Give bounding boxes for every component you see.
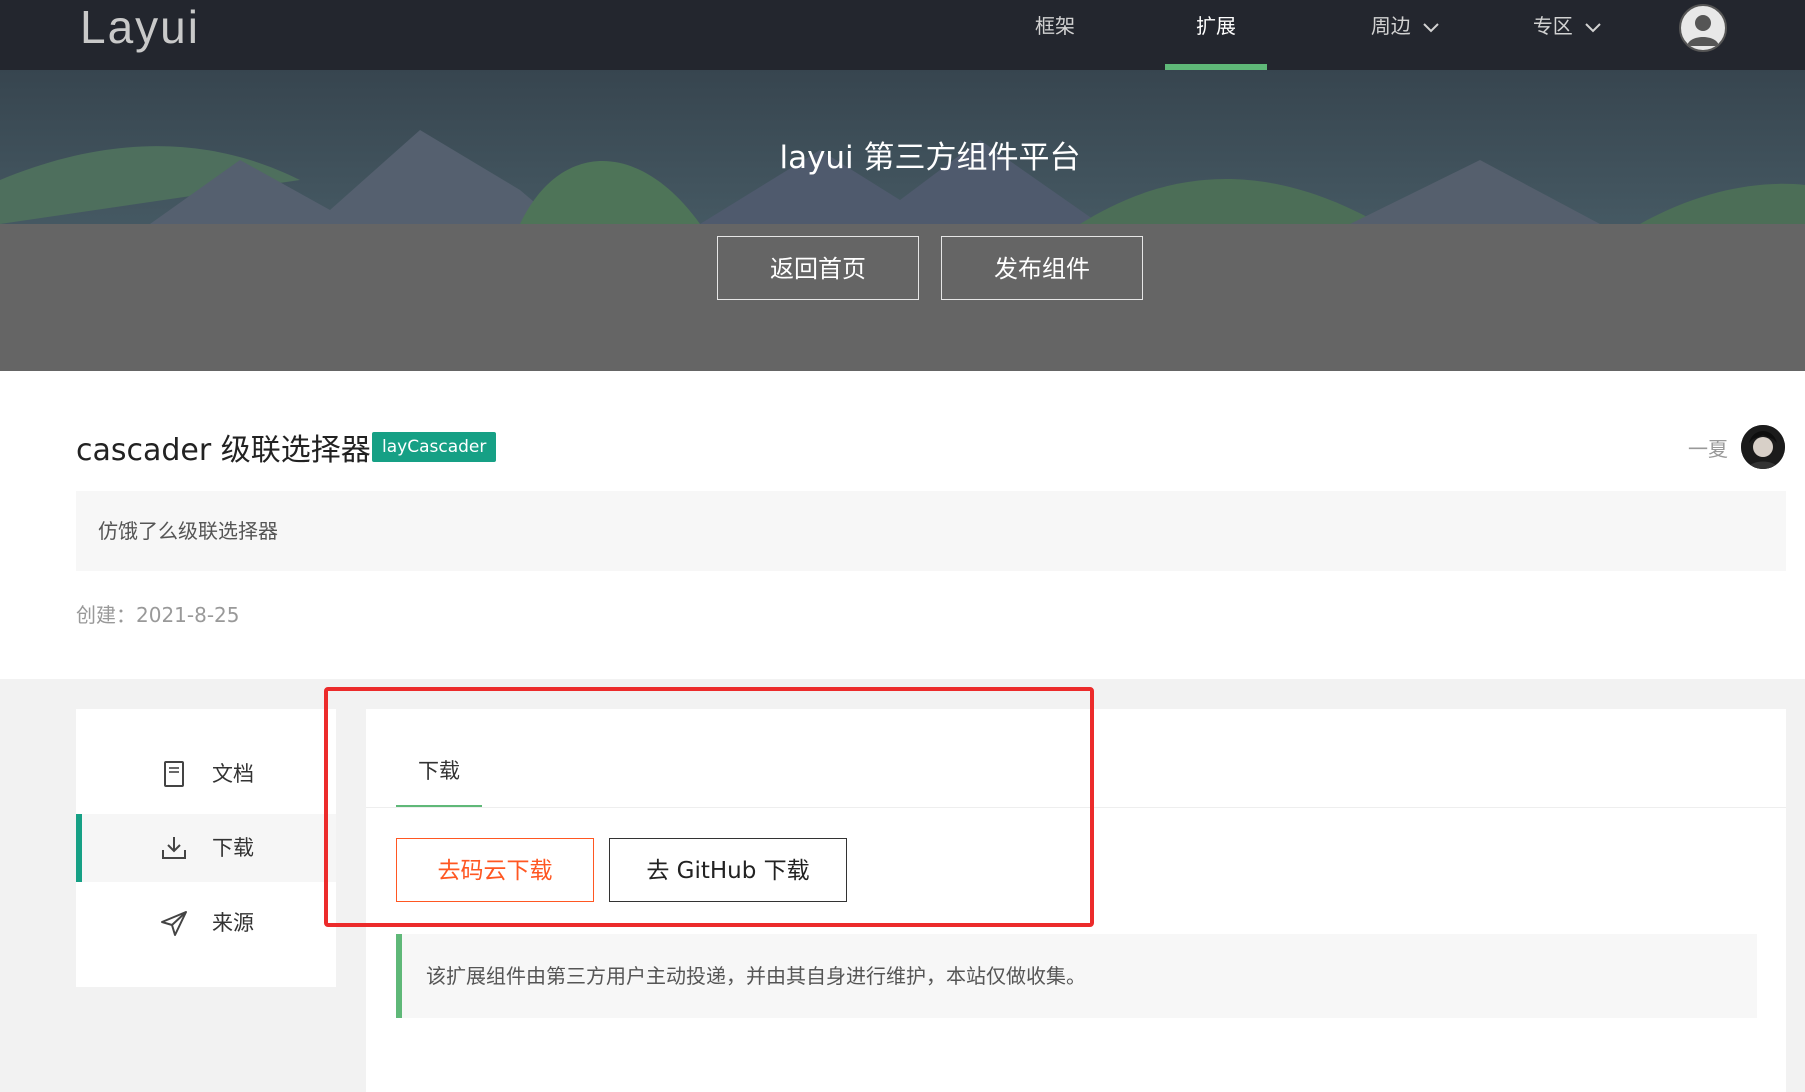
chevron-down-icon — [1423, 22, 1439, 32]
highlight-box — [324, 687, 1094, 927]
sidebar-item-label: 文档 — [212, 762, 254, 786]
nav-item-framework[interactable]: 框架 — [1020, 0, 1090, 70]
user-avatar-icon[interactable] — [1679, 4, 1727, 52]
third-party-notice: 该扩展组件由第三方用户主动投递，并由其自身进行维护，本站仅做收集。 — [396, 934, 1757, 1018]
sidebar-item-source[interactable]: 来源 — [76, 889, 336, 957]
nav-label: 扩展 — [1196, 14, 1236, 38]
publish-component-button[interactable]: 发布组件 — [941, 236, 1143, 300]
document-icon — [164, 761, 184, 787]
top-navbar: Layui 框架 扩展 周边 专区 — [0, 0, 1805, 70]
hero-banner: layui 第三方组件平台 返回首页 发布组件 — [0, 70, 1805, 371]
author-avatar[interactable] — [1741, 425, 1785, 469]
nav-label: 专区 — [1532, 14, 1573, 38]
download-icon — [162, 837, 186, 859]
component-tag-badge: layCascader — [372, 432, 497, 462]
nav-item-extensions[interactable]: 扩展 — [1165, 0, 1267, 70]
nav-item-zone[interactable]: 专区 — [1512, 0, 1622, 70]
side-menu: 文档 下载 来源 — [76, 709, 336, 987]
send-icon — [161, 911, 187, 936]
component-info: cascader 级联选择器 layCascader 一夏 仿饿了么级联选择器 … — [0, 371, 1805, 679]
sidebar-item-label: 来源 — [212, 911, 254, 935]
back-home-button[interactable]: 返回首页 — [717, 236, 919, 300]
sidebar-item-download[interactable]: 下载 — [76, 814, 336, 882]
sidebar-item-docs[interactable]: 文档 — [76, 740, 336, 808]
created-date: 创建：2021-8-25 — [76, 603, 240, 627]
author-name[interactable]: 一夏 — [1688, 433, 1728, 462]
component-description: 仿饿了么级联选择器 — [76, 491, 1786, 571]
nav-item-peripheral[interactable]: 周边 — [1350, 0, 1460, 70]
nav-label: 框架 — [1035, 14, 1075, 38]
chevron-down-icon — [1585, 22, 1601, 32]
logo[interactable]: Layui — [80, 0, 200, 54]
nav-label: 周边 — [1370, 14, 1411, 38]
banner-title: layui 第三方组件平台 — [779, 140, 1081, 176]
sidebar-item-label: 下载 — [212, 836, 254, 860]
component-title: cascader 级联选择器 — [76, 433, 371, 468]
